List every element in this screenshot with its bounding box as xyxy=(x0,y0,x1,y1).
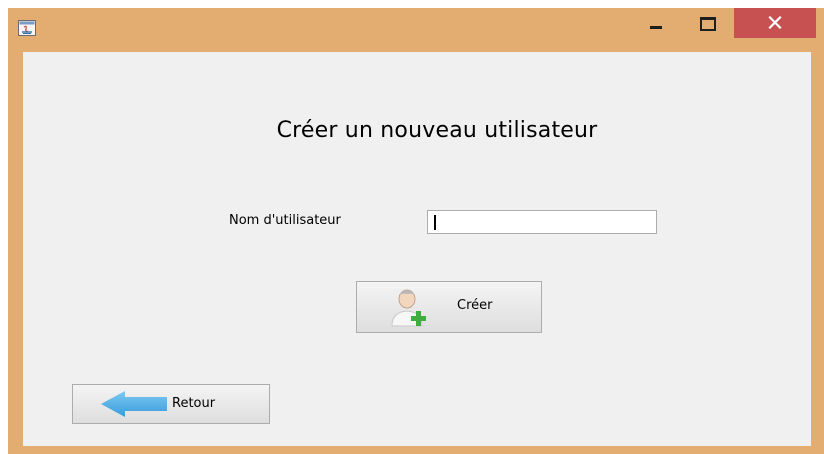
title-bar[interactable] xyxy=(8,8,824,52)
maximize-button[interactable] xyxy=(688,8,726,38)
back-button-label: Retour xyxy=(172,396,216,411)
close-button[interactable] xyxy=(734,8,816,38)
minimize-button[interactable] xyxy=(638,8,674,38)
arrow-left-icon xyxy=(101,391,167,421)
java-app-icon[interactable] xyxy=(18,20,36,36)
form-panel: Créer un nouveau utilisateur Nom d'utili… xyxy=(23,52,811,446)
username-label: Nom d'utilisateur xyxy=(229,213,341,228)
minimize-icon xyxy=(650,26,662,29)
text-caret xyxy=(434,215,436,230)
close-icon xyxy=(768,16,782,29)
application-window: Créer un nouveau utilisateur Nom d'utili… xyxy=(8,8,824,454)
create-user-button[interactable]: Créer xyxy=(356,281,542,333)
add-user-icon xyxy=(389,286,433,334)
username-input[interactable] xyxy=(427,210,657,234)
page-title: Créer un nouveau utilisateur xyxy=(276,118,598,143)
back-button[interactable]: Retour xyxy=(72,384,270,424)
maximize-icon xyxy=(700,17,716,31)
create-button-label: Créer xyxy=(457,298,493,313)
